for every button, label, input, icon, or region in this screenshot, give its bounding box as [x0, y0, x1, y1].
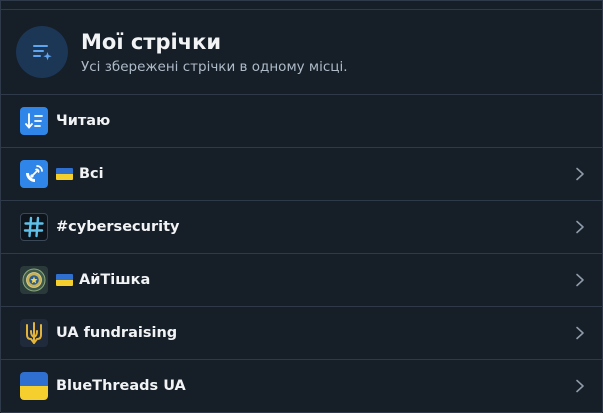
- feed-item-reading[interactable]: Читаю: [1, 95, 602, 148]
- chevron-right-icon: [576, 220, 584, 234]
- feed-item-label: АйТішка: [79, 272, 151, 288]
- page-title: Мої стрічки: [81, 30, 222, 54]
- top-divider: [1, 1, 602, 10]
- feed-item-bluethreads-ua[interactable]: BlueThreads UA: [1, 360, 602, 413]
- chevron-right-icon: [576, 379, 584, 393]
- ukraine-flag-icon: [56, 274, 73, 286]
- feed-item-ua-fundraising[interactable]: UA fundraising: [1, 307, 602, 360]
- feeds-header: Мої стрічки Усі збережені стрічки в одно…: [1, 10, 602, 95]
- ukraine-flag-icon: [56, 168, 73, 180]
- hashtag-icon: [20, 213, 48, 241]
- sort-list-icon: [20, 107, 48, 135]
- page-subtitle: Усі збережені стрічки в одному місці.: [81, 59, 348, 75]
- chevron-right-icon: [576, 273, 584, 287]
- feed-item-label: #cybersecurity: [56, 219, 180, 235]
- feed-item-label: Всі: [79, 166, 104, 182]
- chevron-right-icon: [576, 326, 584, 340]
- feeds-list-icon: [16, 26, 68, 78]
- feed-item-label: Читаю: [56, 113, 111, 129]
- emblem-icon: [20, 266, 48, 294]
- feed-item-label: UA fundraising: [56, 325, 178, 341]
- chevron-right-icon: [576, 167, 584, 181]
- satellite-dish-icon: [20, 160, 48, 188]
- feed-item-aitishka[interactable]: АйТішка: [1, 254, 602, 307]
- ukraine-flag-icon: [20, 372, 48, 400]
- feed-item-label: BlueThreads UA: [56, 378, 186, 394]
- feeds-panel: Мої стрічки Усі збережені стрічки в одно…: [0, 0, 603, 413]
- feed-item-cybersecurity[interactable]: #cybersecurity: [1, 201, 602, 254]
- trident-icon: [20, 319, 48, 347]
- feed-item-all[interactable]: Всі: [1, 148, 602, 201]
